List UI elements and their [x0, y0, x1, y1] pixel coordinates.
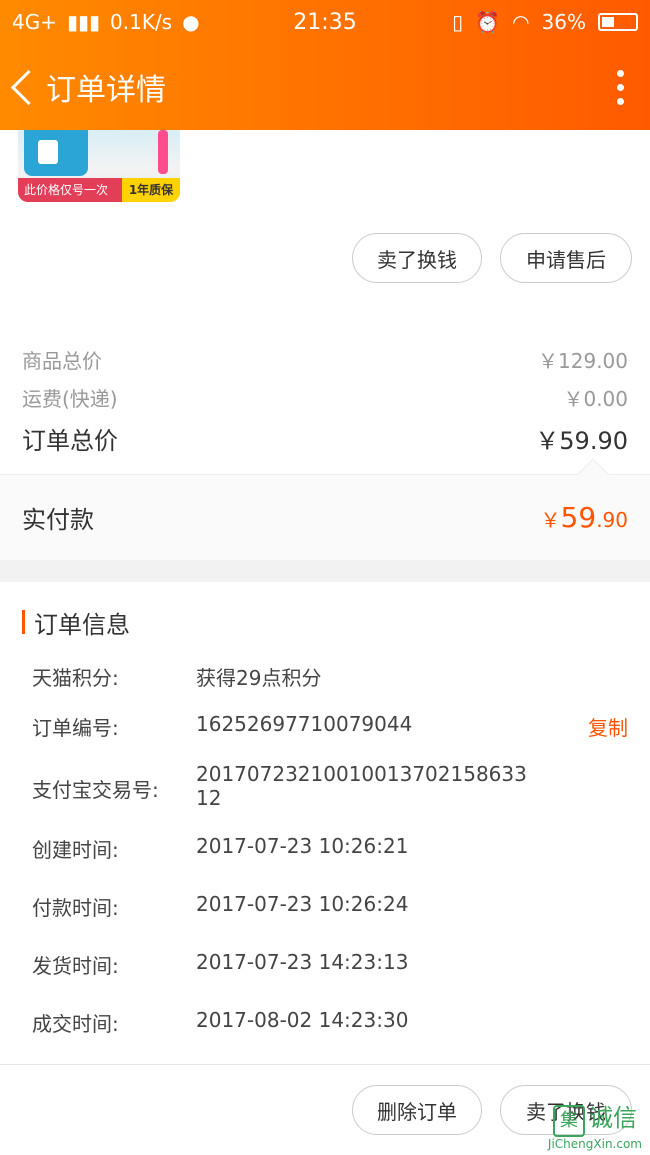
info-row-completed: 成交时间: 2017-08-02 14:23:30	[0, 1008, 650, 1066]
delete-order-button[interactable]: 删除订单	[352, 1085, 482, 1135]
watermark-text: 诚信	[588, 1104, 637, 1132]
shipping-label: 运费(快递)	[22, 386, 118, 411]
price-summary: 商品总价 ￥129.00 运费(快递) ￥0.00 订单总价 ￥59.90	[0, 340, 650, 474]
shipping-value: ￥0.00	[563, 386, 628, 411]
paid-int: 59	[560, 501, 597, 534]
info-key: 天猫积分:	[32, 666, 119, 690]
info-value: 2017072321001001370215863312	[196, 762, 527, 810]
info-value: 16252697710079044	[196, 712, 413, 736]
watermark-logo: 集	[552, 1105, 585, 1137]
top-action-row: 卖了换钱 申请售后	[334, 233, 650, 283]
sell-button[interactable]: 卖了换钱	[352, 233, 482, 283]
back-icon[interactable]	[0, 44, 44, 130]
info-value: 2017-07-23 10:26:21	[196, 834, 409, 858]
paid-row: 实付款 ￥59.90	[0, 458, 650, 560]
paid-value: ￥59.90	[541, 501, 628, 534]
paid-label: 实付款	[22, 506, 94, 534]
info-value: 2017-08-02 14:23:30	[196, 1008, 409, 1032]
product-tank-icon	[24, 130, 88, 176]
copy-button[interactable]: 复制	[588, 712, 628, 762]
product-section: 此价格仅号一次 1年质保 卖了换钱 申请售后	[0, 130, 650, 340]
content: 此价格仅号一次 1年质保 卖了换钱 申请售后 商品总价 ￥129.00 运费(快…	[0, 130, 650, 1066]
page-title: 订单详情	[46, 73, 166, 108]
vibrate-icon: ▯	[452, 10, 464, 34]
battery-label: 36%	[541, 10, 586, 34]
goods-total-row: 商品总价 ￥129.00	[22, 340, 628, 378]
info-row-paid: 付款时间: 2017-07-23 10:26:24	[0, 892, 650, 950]
product-image[interactable]: 此价格仅号一次 1年质保	[18, 130, 180, 202]
order-info-section: 订单信息 天猫积分: 获得29点积分 订单编号: 162526977100790…	[0, 582, 650, 1066]
info-row-order-no: 订单编号: 16252697710079044 复制	[0, 712, 650, 762]
paid-currency: ￥	[540, 508, 561, 532]
info-row-shipped: 发货时间: 2017-07-23 14:23:13	[0, 950, 650, 1008]
wifi-icon: ◠	[512, 10, 530, 34]
order-info-title: 订单信息	[34, 610, 130, 639]
alarm-icon: ⏰	[475, 10, 501, 34]
goods-total-label: 商品总价	[22, 348, 102, 373]
order-total-label: 订单总价	[22, 426, 118, 455]
promo-right-text: 1年质保	[122, 178, 180, 202]
watermark-url: JiChengXin.com	[547, 1137, 642, 1151]
info-key: 创建时间:	[32, 838, 119, 862]
info-row-created: 创建时间: 2017-07-23 10:26:21	[0, 834, 650, 892]
info-key: 发货时间:	[32, 954, 119, 978]
info-value: 2017-07-23 14:23:13	[196, 950, 409, 974]
info-row-points: 天猫积分: 获得29点积分	[0, 662, 650, 712]
info-key: 支付宝交易号:	[32, 778, 159, 802]
paid-dec: .90	[596, 508, 628, 532]
status-right: ▯ ⏰ ◠ 36%	[452, 10, 638, 34]
battery-icon	[598, 13, 638, 31]
nav-bar: 订单详情	[0, 44, 650, 130]
order-total-row: 订单总价 ￥59.90	[22, 416, 628, 460]
more-icon[interactable]	[590, 44, 650, 130]
info-key: 付款时间:	[32, 896, 119, 920]
aftersale-button[interactable]: 申请售后	[500, 233, 632, 283]
product-promo-strip: 此价格仅号一次 1年质保	[18, 178, 180, 202]
info-key: 订单编号:	[32, 716, 119, 740]
watermark: 集诚信 JiChengXin.com	[548, 1098, 642, 1151]
info-value: 2017-07-23 10:26:24	[196, 892, 409, 916]
order-total-value: ￥59.90	[535, 426, 628, 455]
info-value: 获得29点积分	[196, 666, 322, 690]
order-info-header: 订单信息	[0, 582, 650, 662]
status-bar: 4G+ ▮▮▮ 0.1K/s ● 21:35 ▯ ⏰ ◠ 36%	[0, 0, 650, 44]
promo-left-text: 此价格仅号一次	[18, 178, 122, 202]
accent-bar	[22, 610, 25, 634]
bottom-action-bar: 删除订单 卖了换钱 集诚信 JiChengXin.com	[0, 1064, 650, 1155]
goods-total-value: ￥129.00	[538, 348, 628, 373]
info-row-alipay-no: 支付宝交易号: 2017072321001001370215863312	[0, 762, 650, 834]
shipping-row: 运费(快递) ￥0.00	[22, 378, 628, 416]
info-key: 成交时间:	[32, 1012, 119, 1036]
product-pink-icon	[158, 130, 168, 174]
